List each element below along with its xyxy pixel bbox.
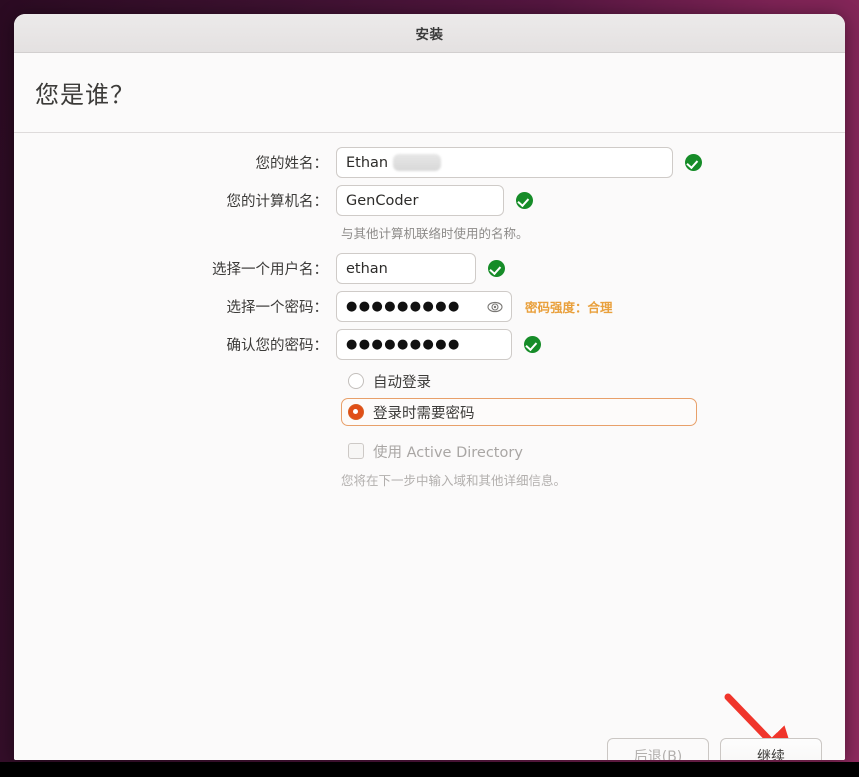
back-button[interactable]: 后退(B) — [607, 738, 709, 760]
radio-icon-auto-login — [348, 373, 364, 389]
radio-option-auto-login[interactable]: 自动登录 — [341, 368, 697, 394]
active-directory-helper-text: 您将在下一步中输入域和其他详细信息。 — [341, 473, 567, 488]
password-label: 选择一个密码： — [226, 300, 329, 316]
window-titlebar: 安装 — [14, 14, 845, 53]
field-row-password: 选择一个密码： ●●●●●●●●● 密码强度：合理 — [14, 291, 845, 322]
hostname-input[interactable]: GenCoder — [336, 185, 504, 216]
field-row-password-confirm: 确认您的密码： ●●●●●●●●● — [14, 329, 845, 360]
password-confirm-input-value: ●●●●●●●●● — [346, 337, 461, 352]
user-setup-form: 您的姓名： Ethan 您的计算机名： GenCoder 与其他计算机联络时使用… — [14, 147, 845, 489]
require-password-label: 登录时需要密码 — [373, 405, 475, 422]
name-redaction-block — [393, 154, 442, 171]
window-title: 安装 — [415, 27, 444, 43]
eye-icon[interactable] — [487, 299, 503, 315]
radio-icon-require-password — [348, 404, 364, 420]
field-row-hostname: 您的计算机名： GenCoder — [14, 185, 845, 216]
username-label: 选择一个用户名： — [212, 262, 328, 278]
username-input[interactable]: ethan — [336, 253, 476, 284]
login-options-group: 自动登录 登录时需要密码 使用 Active Directory — [336, 368, 845, 464]
field-row-name: 您的姓名： Ethan — [14, 147, 845, 178]
installer-window: 安装 您是谁？ 您的姓名： Ethan 您的计算机名： GenCoder 与其他… — [14, 14, 845, 760]
name-label: 您的姓名： — [255, 156, 329, 172]
page-header: 您是谁？ — [14, 53, 845, 133]
hostname-input-value: GenCoder — [346, 192, 419, 209]
field-row-username: 选择一个用户名： ethan — [14, 253, 845, 284]
username-check-circle-icon — [488, 260, 505, 277]
hostname-helper-text: 与其他计算机联络时使用的名称。 — [341, 226, 529, 241]
name-input-value: Ethan — [346, 154, 389, 171]
checkbox-option-active-directory[interactable]: 使用 Active Directory — [341, 438, 697, 464]
name-input[interactable]: Ethan — [336, 147, 673, 178]
password-input-value: ●●●●●●●●● — [346, 299, 461, 314]
navigation-buttons: 后退(B) 继续 — [607, 738, 822, 760]
active-directory-label: 使用 Active Directory — [373, 444, 523, 461]
password-confirm-label: 确认您的密码： — [226, 338, 329, 354]
continue-button[interactable]: 继续 — [720, 738, 822, 760]
username-input-value: ethan — [346, 260, 388, 277]
password-input[interactable]: ●●●●●●●●● — [336, 291, 512, 322]
auto-login-label: 自动登录 — [373, 374, 431, 391]
password-confirm-input[interactable]: ●●●●●●●●● — [336, 329, 512, 360]
hostname-check-circle-icon — [516, 192, 533, 209]
password-confirm-check-circle-icon — [524, 336, 541, 353]
screen-bottom-band — [0, 762, 859, 777]
installer-body: 您的姓名： Ethan 您的计算机名： GenCoder 与其他计算机联络时使用… — [14, 133, 845, 760]
page-title: 您是谁？ — [35, 81, 135, 109]
hostname-label: 您的计算机名： — [226, 194, 329, 210]
radio-option-require-password[interactable]: 登录时需要密码 — [341, 398, 697, 426]
password-strength-label: 密码强度：合理 — [525, 300, 613, 315]
checkbox-icon-active-directory — [348, 443, 364, 459]
name-check-circle-icon — [685, 154, 702, 171]
